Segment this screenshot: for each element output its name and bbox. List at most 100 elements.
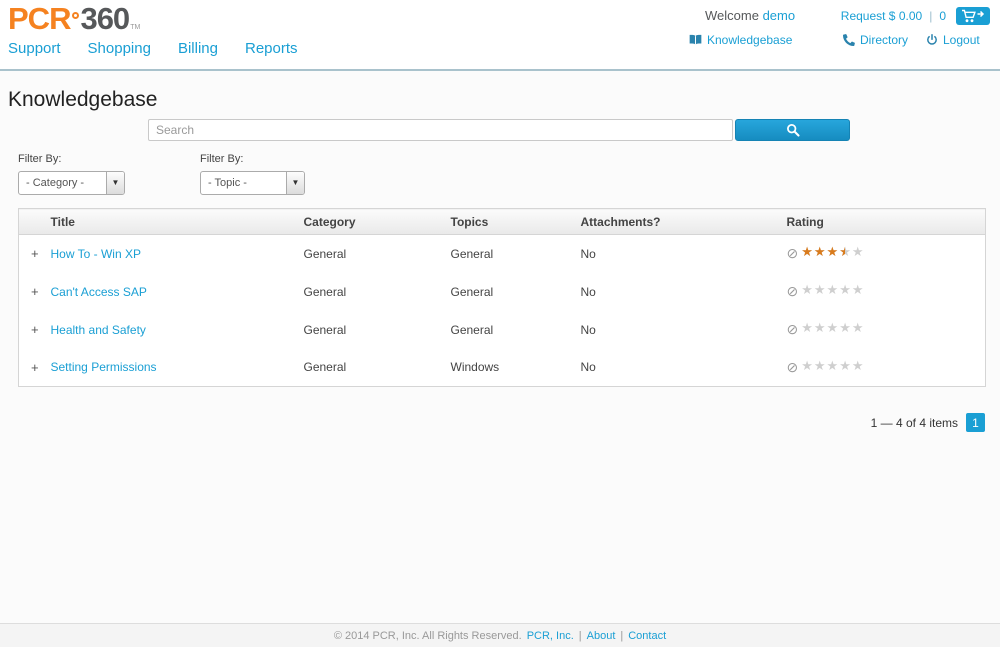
star-icon[interactable]: ★ — [852, 245, 864, 258]
nav-item-shopping[interactable]: Shopping — [88, 40, 151, 57]
star-icon[interactable]: ★ — [839, 283, 851, 296]
rating-stars: ★★★★★ — [801, 359, 864, 373]
page-1-button[interactable]: 1 — [966, 413, 985, 432]
header: PCR 360 TM Support Shopping Billing Repo… — [0, 0, 1000, 71]
star-icon[interactable]: ★ — [801, 359, 813, 372]
page-title: Knowledgebase — [8, 88, 157, 112]
footer-separator: | — [579, 630, 582, 642]
knowledgebase-link-label: Knowledgebase — [707, 33, 792, 47]
table-header-row: Title Category Topics Attachments? Ratin… — [19, 209, 986, 235]
star-icon[interactable]: ★ — [801, 321, 813, 334]
copyright-text: © 2014 PCR, Inc. All Rights Reserved. — [334, 630, 522, 642]
cell-category: General — [304, 311, 451, 349]
nav-item-billing[interactable]: Billing — [178, 40, 218, 57]
rating-stars: ★★★★★ — [801, 321, 864, 335]
request-total-link[interactable]: Request $ 0.00 — [841, 9, 922, 23]
topic-dropdown-value: - Topic - — [201, 177, 286, 189]
search-bar — [148, 119, 850, 141]
cart-icon — [961, 9, 985, 23]
article-link[interactable]: Health and Safety — [51, 323, 146, 337]
footer-link-about[interactable]: About — [587, 630, 616, 642]
topic-dropdown[interactable]: - Topic - ▼ — [200, 171, 305, 195]
search-icon — [786, 123, 800, 137]
clear-rating-icon[interactable]: ⊘ — [787, 359, 799, 375]
expand-row-button[interactable]: + — [31, 246, 39, 261]
search-input[interactable] — [148, 119, 733, 141]
column-topics[interactable]: Topics — [451, 209, 581, 235]
star-icon[interactable]: ★ — [839, 359, 851, 372]
star-icon[interactable]: ★★ — [839, 245, 851, 258]
knowledgebase-table: Title Category Topics Attachments? Ratin… — [18, 208, 986, 387]
phone-icon — [843, 34, 855, 46]
book-icon — [689, 34, 702, 46]
star-icon[interactable]: ★ — [827, 321, 839, 334]
clear-rating-icon[interactable]: ⊘ — [787, 283, 799, 299]
logout-link[interactable]: Logout — [926, 33, 980, 47]
table-row: + Setting Permissions General Windows No… — [19, 349, 986, 387]
expand-row-button[interactable]: + — [31, 322, 39, 337]
category-dropdown-button[interactable]: ▼ — [106, 172, 124, 194]
star-icon[interactable]: ★ — [814, 359, 826, 372]
footer-link-pcr[interactable]: PCR, Inc. — [527, 630, 574, 642]
main-content: Knowledgebase Filter By: - Category - ▼ — [0, 71, 1000, 623]
chevron-down-icon: ▼ — [112, 179, 120, 187]
footer-separator: | — [620, 630, 623, 642]
topic-filter-label: Filter By: — [200, 153, 305, 165]
logo-circle-icon — [72, 12, 79, 19]
cell-topics: General — [451, 273, 581, 311]
topic-filter-group: Filter By: - Topic - ▼ — [200, 153, 305, 195]
topic-dropdown-button[interactable]: ▼ — [286, 172, 304, 194]
knowledgebase-link[interactable]: Knowledgebase — [689, 33, 792, 47]
logo-text-pcr: PCR — [8, 2, 70, 36]
welcome-text: Welcome demo — [705, 8, 795, 23]
star-icon[interactable]: ★ — [852, 321, 864, 334]
welcome-label: Welcome — [705, 8, 759, 23]
cell-topics: General — [451, 311, 581, 349]
footer-link-contact[interactable]: Contact — [628, 630, 666, 642]
cart-count: 0 — [939, 9, 946, 23]
chevron-down-icon: ▼ — [292, 179, 300, 187]
expand-row-button[interactable]: + — [31, 284, 39, 299]
star-icon[interactable]: ★ — [814, 283, 826, 296]
main-nav: Support Shopping Billing Reports — [8, 40, 298, 57]
nav-item-support[interactable]: Support — [8, 40, 61, 57]
star-icon[interactable]: ★★ — [827, 245, 839, 258]
star-icon[interactable]: ★ — [827, 359, 839, 372]
clear-rating-icon[interactable]: ⊘ — [787, 321, 799, 337]
app-window: PCR 360 TM Support Shopping Billing Repo… — [0, 0, 1000, 647]
search-button[interactable] — [735, 119, 850, 141]
star-icon[interactable]: ★ — [839, 321, 851, 334]
column-rating[interactable]: Rating — [787, 209, 986, 235]
star-icon[interactable]: ★ — [852, 283, 864, 296]
column-attachments[interactable]: Attachments? — [581, 209, 787, 235]
column-category[interactable]: Category — [304, 209, 451, 235]
expand-row-button[interactable]: + — [31, 360, 39, 375]
article-link[interactable]: How To - Win XP — [51, 247, 141, 261]
logout-link-label: Logout — [943, 33, 980, 47]
column-title[interactable]: Title — [51, 209, 304, 235]
article-link[interactable]: Can't Access SAP — [51, 285, 147, 299]
category-dropdown[interactable]: - Category - ▼ — [18, 171, 125, 195]
star-icon[interactable]: ★ — [852, 359, 864, 372]
cell-category: General — [304, 273, 451, 311]
directory-link[interactable]: Directory — [843, 33, 908, 47]
article-link[interactable]: Setting Permissions — [51, 360, 157, 374]
nav-item-reports[interactable]: Reports — [245, 40, 298, 57]
pcr360-logo[interactable]: PCR 360 TM — [8, 2, 140, 36]
power-icon — [926, 34, 938, 46]
clear-rating-icon[interactable]: ⊘ — [787, 245, 799, 261]
cell-category: General — [304, 235, 451, 273]
star-icon[interactable]: ★ — [814, 321, 826, 334]
cell-topics: Windows — [451, 349, 581, 387]
column-expand — [19, 209, 51, 235]
footer: © 2014 PCR, Inc. All Rights Reserved. PC… — [0, 623, 1000, 647]
star-icon[interactable]: ★★ — [801, 245, 813, 258]
cart-button[interactable] — [956, 7, 990, 25]
star-icon[interactable]: ★★ — [814, 245, 826, 258]
rating-stars: ★★★★★★★★★ — [801, 245, 864, 259]
star-icon[interactable]: ★ — [827, 283, 839, 296]
request-separator: | — [929, 9, 932, 23]
category-dropdown-value: - Category - — [19, 177, 106, 189]
star-icon[interactable]: ★ — [801, 283, 813, 296]
username-link[interactable]: demo — [763, 8, 796, 23]
